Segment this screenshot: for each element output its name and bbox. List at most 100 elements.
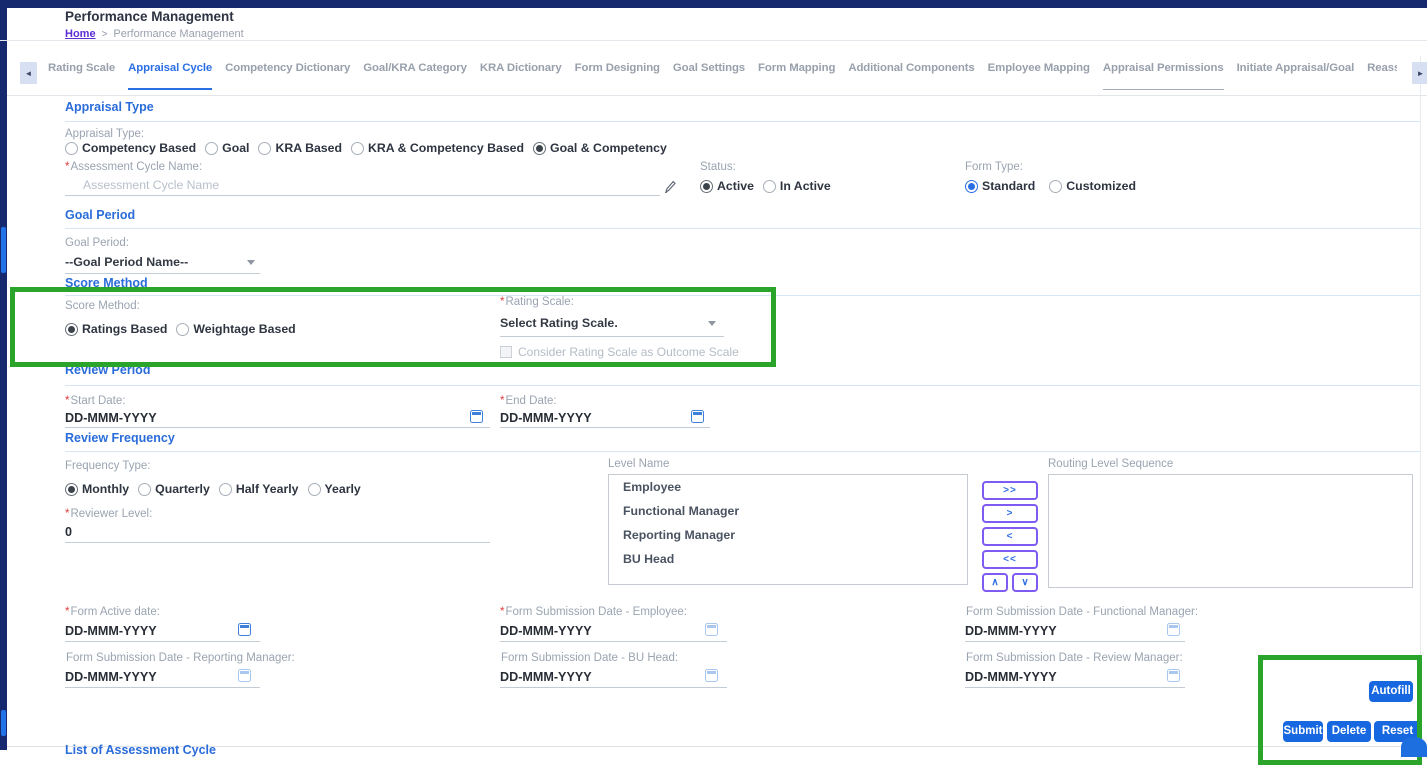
list-item[interactable]: Employee <box>609 475 967 499</box>
radio-option-label[interactable]: In Active <box>780 179 831 193</box>
form-type-label: Form Type: <box>965 161 1023 173</box>
tab-additional-components[interactable]: Additional Components <box>848 40 974 95</box>
move-all-right-button[interactable]: >> <box>982 481 1038 500</box>
section-divider <box>65 451 1420 452</box>
tab-rating-scale[interactable]: Rating Scale <box>48 40 115 95</box>
radio-option-label[interactable]: KRA Based <box>275 141 342 155</box>
form-submission-employee-input[interactable]: DD-MMM-YYYY <box>500 624 592 638</box>
radio-icon[interactable] <box>1049 179 1063 193</box>
move-all-left-button[interactable]: << <box>982 550 1038 569</box>
chevron-right-icon: ► <box>1416 68 1425 78</box>
end-date-input[interactable]: DD-MMM-YYYY <box>500 411 592 425</box>
submit-button[interactable]: Submit <box>1283 721 1323 742</box>
input-underline <box>65 195 660 196</box>
radio-option-label[interactable]: Competency Based <box>82 141 196 155</box>
radio-icon[interactable] <box>350 141 364 155</box>
radio-option-label[interactable]: Goal & Competency <box>550 141 667 155</box>
tab-kra-dictionary[interactable]: KRA Dictionary <box>480 40 562 95</box>
calendar-icon[interactable] <box>470 410 483 423</box>
breadcrumb-home-link[interactable]: Home <box>65 28 96 40</box>
move-left-button[interactable]: < <box>982 527 1038 546</box>
form-submission-review-manager-input[interactable]: DD-MMM-YYYY <box>965 670 1057 684</box>
input-underline <box>500 641 727 642</box>
form-submission-functional-manager-input[interactable]: DD-MMM-YYYY <box>965 624 1057 638</box>
left-scrollbar-thumb[interactable] <box>1 227 6 273</box>
radio-icon-selected[interactable] <box>533 141 547 155</box>
tab-initiate-appraisal-goal[interactable]: Initiate Appraisal/Goal <box>1237 40 1355 95</box>
radio-icon[interactable] <box>218 482 232 496</box>
radio-option-label[interactable]: KRA & Competency Based <box>368 141 524 155</box>
section-title-list-of-assessment-cycle: List of Assessment Cycle <box>65 743 216 757</box>
reviewer-level-input[interactable]: 0 <box>65 525 72 539</box>
tab-reassign-appraisal-forms[interactable]: Reassign Appraisal Forms <box>1367 40 1397 95</box>
required-asterisk: * <box>500 606 505 618</box>
move-right-button[interactable]: > <box>982 504 1038 523</box>
calendar-icon[interactable] <box>705 669 718 682</box>
radio-option-label[interactable]: Monthly <box>82 482 129 496</box>
radio-option-label[interactable]: Weightage Based <box>193 322 295 336</box>
input-underline <box>965 687 1185 688</box>
required-asterisk: * <box>65 395 70 407</box>
autofill-button[interactable]: Autofill <box>1369 681 1413 702</box>
radio-option-label[interactable]: Yearly <box>325 482 361 496</box>
start-date-input[interactable]: DD-MMM-YYYY <box>65 411 157 425</box>
radio-icon[interactable] <box>205 141 219 155</box>
calendar-icon[interactable] <box>238 623 251 636</box>
tab-appraisal-cycle[interactable]: Appraisal Cycle <box>128 40 212 95</box>
calendar-icon[interactable] <box>238 669 251 682</box>
section-divider <box>65 121 1420 122</box>
tab-form-designing[interactable]: Form Designing <box>575 40 660 95</box>
list-item[interactable]: BU Head <box>609 547 967 571</box>
radio-option-label[interactable]: Goal <box>222 141 249 155</box>
radio-option-label[interactable]: Half Yearly <box>236 482 299 496</box>
tab-form-mapping[interactable]: Form Mapping <box>758 40 835 95</box>
required-asterisk: * <box>500 395 505 407</box>
checkbox-icon[interactable] <box>500 346 512 358</box>
tabs-scroll-left-button[interactable]: ◄ <box>20 62 37 84</box>
tab-competency-dictionary[interactable]: Competency Dictionary <box>225 40 350 95</box>
rating-scale-dropdown[interactable]: Select Rating Scale. <box>500 316 618 330</box>
radio-icon[interactable] <box>307 482 321 496</box>
routing-level-sequence-listbox[interactable] <box>1048 474 1413 588</box>
calendar-icon[interactable] <box>1167 623 1180 636</box>
routing-level-sequence-label: Routing Level Sequence <box>1048 458 1174 470</box>
radio-option-label[interactable]: Active <box>717 179 754 193</box>
form-submission-bu-head-input[interactable]: DD-MMM-YYYY <box>500 670 592 684</box>
calendar-icon[interactable] <box>1167 669 1180 682</box>
assessment-cycle-name-input[interactable]: Assessment Cycle Name <box>83 178 219 192</box>
radio-option-label[interactable]: Ratings Based <box>82 322 167 336</box>
move-up-button[interactable]: ∧ <box>982 573 1008 592</box>
breadcrumb-current: Performance Management <box>113 28 244 40</box>
form-active-date-input[interactable]: DD-MMM-YYYY <box>65 624 157 638</box>
radio-icon[interactable] <box>258 141 272 155</box>
tab-employee-mapping[interactable]: Employee Mapping <box>988 40 1090 95</box>
level-name-listbox[interactable]: Employee Functional Manager Reporting Ma… <box>608 474 968 585</box>
radio-icon-selected[interactable] <box>65 482 78 496</box>
left-rail-thumb-lower[interactable] <box>1 710 6 736</box>
radio-icon-selected[interactable] <box>700 179 713 193</box>
list-item[interactable]: Functional Manager <box>609 499 967 523</box>
input-underline <box>965 641 1185 642</box>
end-date-label: *End Date: <box>500 395 557 407</box>
radio-icon[interactable] <box>762 179 776 193</box>
radio-icon-selected[interactable] <box>965 179 978 193</box>
radio-icon[interactable] <box>176 322 190 336</box>
form-submission-reporting-manager-input[interactable]: DD-MMM-YYYY <box>65 670 157 684</box>
goal-period-dropdown[interactable]: --Goal Period Name-- <box>65 255 188 269</box>
radio-icon[interactable] <box>65 141 78 155</box>
radio-option-label[interactable]: Quarterly <box>155 482 210 496</box>
tab-appraisal-permissions[interactable]: Appraisal Permissions <box>1102 40 1224 95</box>
move-down-button[interactable]: ∨ <box>1012 573 1038 592</box>
delete-button[interactable]: Delete <box>1327 721 1371 742</box>
radio-icon-selected[interactable] <box>65 322 78 336</box>
radio-icon[interactable] <box>138 482 152 496</box>
list-item[interactable]: Reporting Manager <box>609 523 967 547</box>
calendar-icon[interactable] <box>705 623 718 636</box>
radio-option-label[interactable]: Standard <box>982 179 1035 193</box>
calendar-icon[interactable] <box>691 410 704 423</box>
tab-goal-settings[interactable]: Goal Settings <box>673 40 745 95</box>
tabs-scroll-right-button[interactable]: ► <box>1412 62 1427 84</box>
radio-option-label[interactable]: Customized <box>1066 179 1136 193</box>
breadcrumb: Home > Performance Management <box>65 28 244 40</box>
tab-goal-kra-category[interactable]: Goal/KRA Category <box>363 40 467 95</box>
